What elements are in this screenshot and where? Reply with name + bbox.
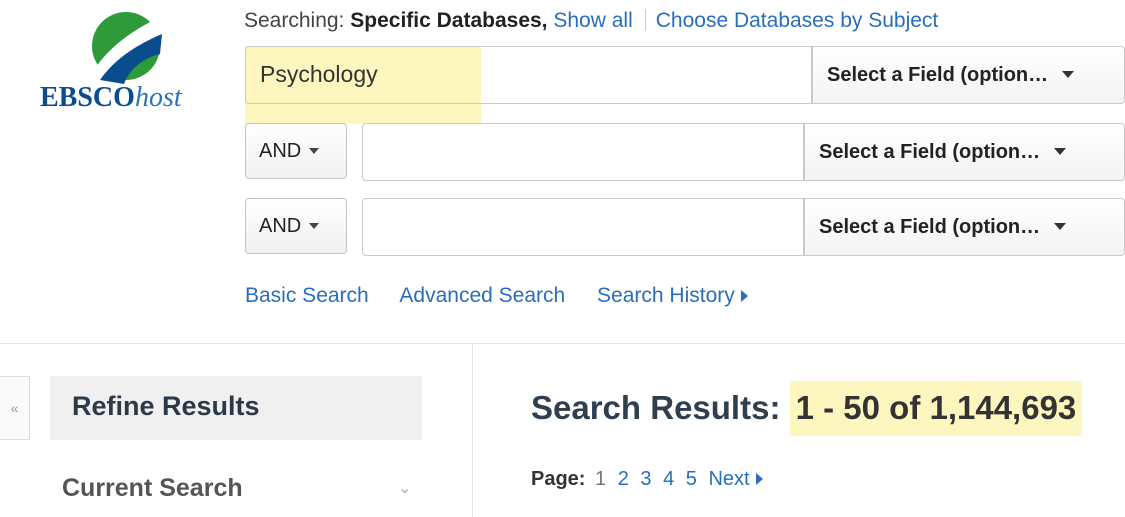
chevron-down-icon[interactable]: ⌄ (398, 478, 411, 498)
results-label: Search Results: (531, 389, 781, 426)
search-row-2: AND Select a Field (option… (245, 123, 1125, 181)
basic-search-link[interactable]: Basic Search (245, 284, 369, 307)
page-link-2[interactable]: 2 (618, 468, 629, 490)
caret-down-icon (1054, 223, 1067, 230)
page-label: Page: (531, 468, 586, 490)
collapse-panel-icon[interactable]: « (0, 376, 30, 440)
next-page-link[interactable]: Next (708, 468, 763, 490)
vertical-divider (472, 344, 473, 517)
results-range: 1 - 50 of 1,144,693 (789, 381, 1083, 436)
boolean-label: AND (259, 140, 302, 162)
selected-databases: Specific Databases, (350, 9, 548, 32)
caret-down-icon (1062, 71, 1075, 78)
field-select-3[interactable]: Select a Field (option… (804, 198, 1125, 256)
logo-suffix-text: host (134, 82, 182, 113)
caret-down-icon (309, 148, 320, 154)
show-all-link[interactable]: Show all (553, 9, 632, 32)
search-input-2[interactable] (362, 123, 804, 181)
page-link-5[interactable]: 5 (686, 468, 697, 490)
triangle-right-icon (740, 290, 748, 302)
logo-main-text: EBSCO (40, 82, 135, 113)
searching-line: Searching: Specific Databases, Show all C… (244, 9, 938, 33)
field-select-2[interactable]: Select a Field (option… (804, 123, 1125, 181)
boolean-operator-2[interactable]: AND (245, 123, 347, 179)
search-input-3[interactable] (362, 198, 804, 256)
pagination: Page: 1 2 3 4 5 Next (531, 468, 769, 491)
field-select-label: Select a Field (option… (827, 64, 1049, 86)
boolean-label: AND (259, 215, 302, 237)
page-link-3[interactable]: 3 (640, 468, 651, 490)
current-search-toggle[interactable]: Current Search (62, 474, 243, 503)
ebsco-logo-icon[interactable] (88, 8, 164, 84)
caret-down-icon (1054, 148, 1067, 155)
page-link-4[interactable]: 4 (663, 468, 674, 490)
search-term-1: Psychology (260, 61, 378, 87)
advanced-search-link[interactable]: Advanced Search (399, 284, 565, 307)
choose-databases-link[interactable]: Choose Databases by Subject (656, 9, 939, 32)
search-history-link[interactable]: Search History (597, 284, 748, 307)
horizontal-divider (0, 343, 1125, 344)
caret-down-icon (309, 223, 320, 229)
triangle-right-icon (755, 473, 763, 485)
ebscohost-wordmark[interactable]: EBSCOhost (40, 82, 182, 114)
next-label: Next (708, 468, 750, 490)
searching-prefix: Searching: (244, 9, 345, 32)
search-row-3: AND Select a Field (option… (245, 198, 1125, 256)
search-links: Basic Search Advanced Search Search Hist… (245, 284, 774, 308)
separator (644, 9, 646, 31)
results-heading: Search Results: 1 - 50 of 1,144,693 (531, 381, 1083, 436)
field-select-label: Select a Field (option… (819, 141, 1041, 163)
refine-results-title: Refine Results (72, 391, 260, 421)
current-page: 1 (595, 468, 607, 490)
field-select-label: Select a Field (option… (819, 216, 1041, 238)
search-history-label: Search History (597, 284, 735, 307)
boolean-operator-3[interactable]: AND (245, 198, 347, 254)
field-select-1[interactable]: Select a Field (option… (812, 46, 1125, 104)
